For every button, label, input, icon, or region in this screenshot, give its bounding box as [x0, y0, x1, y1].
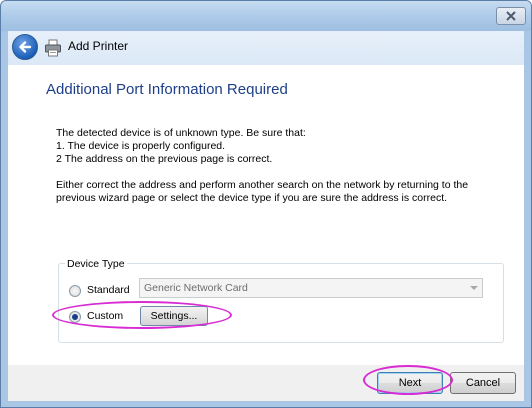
page-title: Additional Port Information Required — [46, 81, 288, 98]
printer-icon — [45, 39, 61, 57]
custom-radio[interactable] — [69, 311, 81, 323]
back-arrow-icon — [19, 41, 32, 53]
settings-button[interactable]: Settings... — [140, 306, 208, 326]
back-button[interactable] — [12, 34, 38, 60]
title-bar[interactable] — [1, 1, 531, 31]
wizard-header: Add Printer — [8, 31, 524, 65]
standard-device-select[interactable]: Generic Network Card — [139, 278, 483, 298]
close-button[interactable] — [496, 7, 526, 25]
dropdown-arrow-icon — [470, 286, 478, 290]
cancel-button[interactable]: Cancel — [450, 372, 516, 394]
wizard-footer: Next Cancel — [8, 365, 524, 401]
message-line: 1. The device is properly configured. — [56, 140, 226, 152]
custom-radio-label[interactable]: Custom — [87, 310, 123, 322]
add-printer-window: Add Printer Additional Port Information … — [0, 0, 532, 408]
device-type-legend: Device Type — [65, 258, 127, 270]
standard-radio-label[interactable]: Standard — [87, 284, 130, 296]
next-button[interactable]: Next — [377, 372, 443, 394]
dialog-title: Add Printer — [68, 39, 129, 53]
message-line: Either correct the address and perform a… — [56, 179, 469, 191]
standard-device-value: Generic Network Card — [144, 282, 248, 294]
device-type-group: Device Type Standard Generic Network Car… — [58, 258, 504, 343]
message-line: previous wizard page or select the devic… — [56, 192, 448, 204]
standard-radio[interactable] — [69, 285, 81, 297]
message-line: The detected device is of unknown type. … — [56, 127, 306, 139]
message-line: 2 The address on the previous page is co… — [56, 153, 273, 165]
close-icon — [506, 11, 516, 21]
wizard-content: Additional Port Information Required The… — [8, 65, 524, 365]
